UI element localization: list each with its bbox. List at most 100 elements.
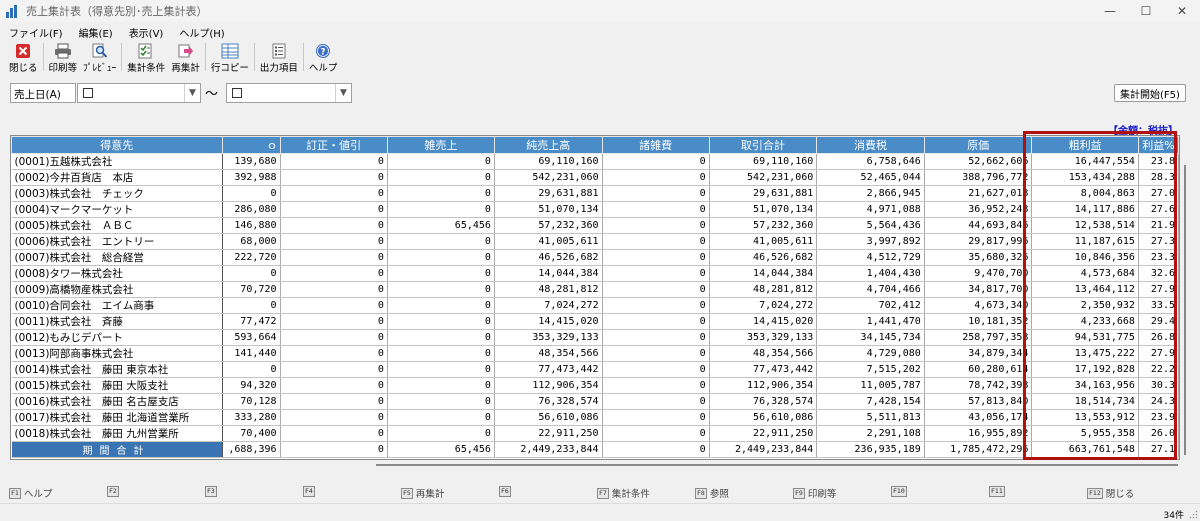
fkey-f2[interactable]: F2 — [107, 486, 122, 497]
conditions-button[interactable]: 集計条件 — [124, 41, 168, 74]
cell-gross-profit[interactable]: 2,350,932 — [1031, 297, 1139, 314]
col-header-discount[interactable]: 訂正・値引 — [279, 136, 388, 154]
cell-qty[interactable]: 286,080 — [222, 201, 281, 218]
cell-gross-profit[interactable]: 5,955,358 — [1031, 425, 1139, 442]
cell-gross-profit[interactable]: 16,447,554 — [1031, 153, 1139, 170]
cell-trade-total[interactable]: 48,281,812 — [709, 281, 818, 298]
cell-trade-total[interactable]: 51,070,134 — [709, 201, 818, 218]
cell-misc-sales[interactable]: 0 — [387, 377, 495, 394]
cell-misc-sales[interactable]: 0 — [387, 201, 495, 218]
cell-customer-name[interactable]: (0014)株式会社 藤田 東京本社 — [11, 361, 223, 378]
cell-net-sales[interactable]: 353,329,133 — [494, 329, 603, 346]
cell-tax[interactable]: 5,511,813 — [816, 409, 925, 426]
cell-tax[interactable]: 52,465,044 — [816, 169, 925, 186]
cell-misc-sales[interactable]: 0 — [387, 329, 495, 346]
cell-discount[interactable]: 0 — [280, 329, 388, 346]
cell-profit-rate[interactable]: 23.8 — [1138, 153, 1179, 170]
cell-net-sales[interactable]: 542,231,060 — [494, 169, 603, 186]
horizontal-scroll-thumb[interactable] — [376, 464, 1178, 466]
cell-discount[interactable]: 0 — [280, 409, 388, 426]
cell-customer-name[interactable]: (0006)株式会社 エントリー — [11, 233, 223, 250]
cell-profit-rate[interactable]: 33.5 — [1138, 297, 1179, 314]
cell-misc-costs[interactable]: 0 — [602, 409, 710, 426]
cell-cost[interactable]: 16,955,892 — [924, 425, 1033, 442]
cell-trade-total[interactable]: 41,005,611 — [709, 233, 818, 250]
help-button[interactable]: ? ヘルプ — [306, 41, 341, 74]
cell-profit-rate[interactable]: 27.9 — [1138, 281, 1179, 298]
cell-discount[interactable]: 0 — [280, 297, 388, 314]
table-row[interactable]: (0010)合同会社 エイム商事 0 0 0 7,024,272 0 7,024,272 70… — [11, 297, 1179, 314]
cell-misc-costs[interactable]: 0 — [602, 297, 710, 314]
cell-discount[interactable]: 0 — [280, 153, 388, 170]
horizontal-scrollbar[interactable] — [376, 463, 1178, 467]
cell-net-sales[interactable]: 14,415,020 — [494, 313, 603, 330]
cell-gross-profit[interactable]: 34,163,956 — [1031, 377, 1139, 394]
date-from-checkbox[interactable] — [83, 88, 93, 98]
col-header-trade-total[interactable]: 取引合計 — [708, 136, 818, 154]
cell-misc-sales[interactable]: 65,456 — [387, 217, 495, 234]
cell-gross-profit[interactable]: 18,514,734 — [1031, 393, 1139, 410]
resize-grip-icon[interactable] — [1189, 510, 1198, 519]
cell-misc-sales[interactable]: 0 — [387, 281, 495, 298]
chevron-down-icon[interactable]: ▼ — [335, 84, 351, 102]
cell-qty[interactable]: 68,000 — [222, 233, 281, 250]
cell-net-sales[interactable]: 69,110,160 — [494, 153, 603, 170]
total-gross-profit[interactable]: 663,761,548 — [1031, 441, 1139, 458]
cell-net-sales[interactable]: 48,281,812 — [494, 281, 603, 298]
cell-profit-rate[interactable]: 22.2 — [1138, 361, 1179, 378]
table-row[interactable]: (0017)株式会社 藤田 北海道営業所 333,280 0 0 56,610,086 0… — [11, 409, 1179, 426]
cell-discount[interactable]: 0 — [280, 185, 388, 202]
total-tax[interactable]: 236,935,189 — [816, 441, 925, 458]
cell-cost[interactable]: 60,280,614 — [924, 361, 1033, 378]
cell-net-sales[interactable]: 41,005,611 — [494, 233, 603, 250]
cell-discount[interactable]: 0 — [280, 377, 388, 394]
cell-qty[interactable]: 77,472 — [222, 313, 281, 330]
cell-misc-costs[interactable]: 0 — [602, 281, 710, 298]
cell-misc-costs[interactable]: 0 — [602, 329, 710, 346]
date-from-combo[interactable]: ▼ — [77, 83, 201, 103]
cell-cost[interactable]: 57,813,840 — [924, 393, 1033, 410]
cell-qty[interactable]: 141,440 — [222, 345, 281, 362]
fkey-f4[interactable]: F4 — [303, 486, 318, 497]
maximize-button[interactable]: ☐ — [1128, 0, 1164, 22]
cell-tax[interactable]: 2,866,945 — [816, 185, 925, 202]
cell-misc-sales[interactable]: 0 — [387, 265, 495, 282]
cell-gross-profit[interactable]: 4,233,668 — [1031, 313, 1139, 330]
cell-misc-costs[interactable]: 0 — [602, 425, 710, 442]
cell-misc-costs[interactable]: 0 — [602, 361, 710, 378]
cell-gross-profit[interactable]: 8,004,863 — [1031, 185, 1139, 202]
cell-misc-costs[interactable]: 0 — [602, 345, 710, 362]
cell-discount[interactable]: 0 — [280, 201, 388, 218]
cell-profit-rate[interactable]: 23.9 — [1138, 409, 1179, 426]
cell-profit-rate[interactable]: 29.4 — [1138, 313, 1179, 330]
cell-cost[interactable]: 34,879,344 — [924, 345, 1033, 362]
cell-profit-rate[interactable]: 27.9 — [1138, 345, 1179, 362]
menu-view[interactable]: 表示(V) — [129, 25, 164, 40]
cell-tax[interactable]: 702,412 — [816, 297, 925, 314]
total-trade-total[interactable]: 2,449,233,844 — [709, 441, 818, 458]
cell-net-sales[interactable]: 57,232,360 — [494, 217, 603, 234]
table-row[interactable]: (0006)株式会社 エントリー 68,000 0 0 41,005,611 0 41,00… — [11, 233, 1179, 250]
table-row[interactable]: (0015)株式会社 藤田 大阪支社 94,320 0 0 112,906,354 0 11… — [11, 377, 1179, 394]
cell-tax[interactable]: 1,441,470 — [816, 313, 925, 330]
cell-discount[interactable]: 0 — [280, 345, 388, 362]
total-profit-rate[interactable]: 27.1 — [1138, 441, 1179, 458]
cell-gross-profit[interactable]: 13,464,112 — [1031, 281, 1139, 298]
cell-gross-profit[interactable]: 14,117,886 — [1031, 201, 1139, 218]
table-row[interactable]: (0005)株式会社 ＡＢＣ 146,880 0 65,456 57,232,360 0 5… — [11, 217, 1179, 234]
cell-profit-rate[interactable]: 23.3 — [1138, 249, 1179, 266]
cell-misc-costs[interactable]: 0 — [602, 217, 710, 234]
recalc-button[interactable]: 再集計 — [168, 41, 203, 74]
cell-customer-name[interactable]: (0002)今井百貨店 本店 — [11, 169, 223, 186]
cell-qty[interactable]: 593,664 — [222, 329, 281, 346]
print-button[interactable]: 印刷等 — [46, 41, 81, 74]
cell-customer-name[interactable]: (0005)株式会社 ＡＢＣ — [11, 217, 223, 234]
cell-customer-name[interactable]: (0004)マークマーケット — [11, 201, 223, 218]
cell-misc-sales[interactable]: 0 — [387, 185, 495, 202]
cell-cost[interactable]: 258,797,358 — [924, 329, 1033, 346]
menu-edit[interactable]: 編集(E) — [79, 25, 113, 40]
cell-profit-rate[interactable]: 27.3 — [1138, 233, 1179, 250]
cell-gross-profit[interactable]: 12,538,514 — [1031, 217, 1139, 234]
cell-net-sales[interactable]: 48,354,566 — [494, 345, 603, 362]
cell-qty[interactable]: 0 — [222, 265, 281, 282]
